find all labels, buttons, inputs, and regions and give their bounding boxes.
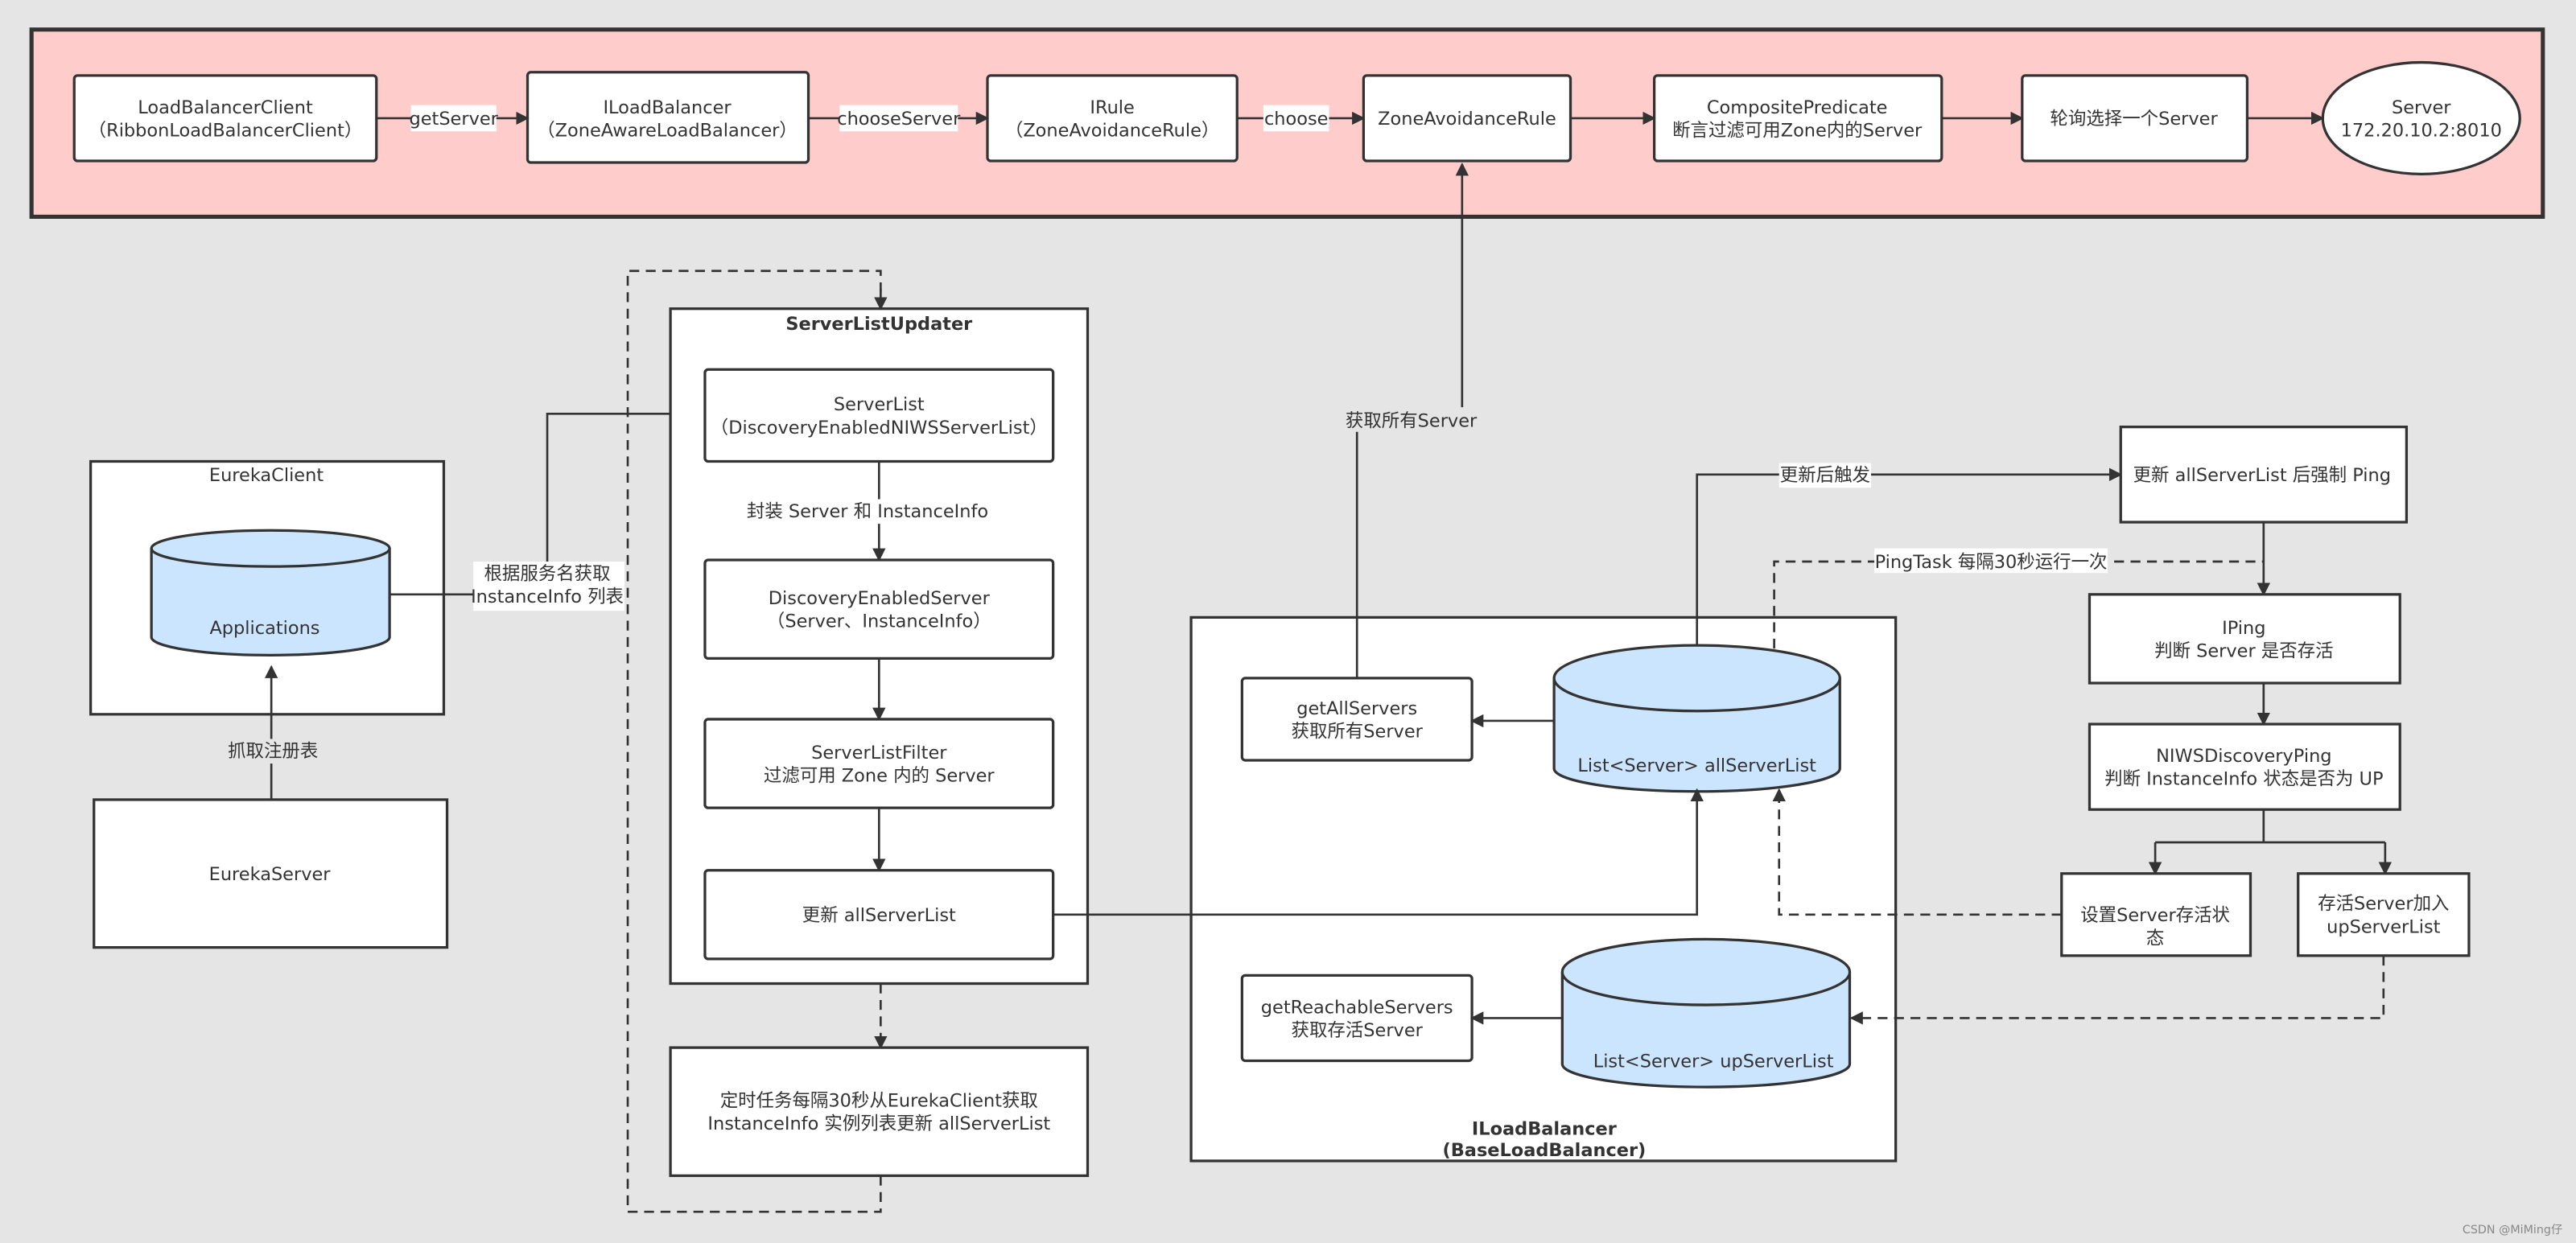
svg-text:（ZoneAvoidanceRule）: （ZoneAvoidanceRule） — [1005, 120, 1219, 141]
svg-text:获取存活Server: 获取存活Server — [1292, 1020, 1424, 1041]
add-up-server-node: 存活Server加入 upServerList — [2297, 872, 2471, 957]
server-endpoint-node: Server 172.20.10.2:8010 — [2321, 60, 2521, 175]
svg-text:ZoneAvoidanceRule: ZoneAvoidanceRule — [1378, 109, 1556, 130]
get-reachable-servers-node: getReachableServers 获取存活Server — [1240, 973, 1473, 1063]
set-alive-node: 设置Server存活状 态 — [2060, 872, 2252, 957]
svg-text:ILoadBalancer: ILoadBalancer — [603, 97, 732, 118]
eureka-server-node: EurekaServer — [93, 798, 449, 949]
fetch-registry-label: 抓取注册表 — [228, 741, 318, 762]
svg-text:EurekaClient: EurekaClient — [209, 465, 324, 486]
svg-text:IPing: IPing — [2222, 618, 2265, 639]
composite-predicate-node: CompositePredicate 断言过滤可用Zone内的Server — [1652, 74, 1943, 163]
zone-avoidance-rule-node: ZoneAvoidanceRule — [1362, 74, 1572, 163]
timer-task-node: 定时任务每隔30秒从EurekaClient获取 InstanceInfo 实例… — [669, 1046, 1090, 1177]
svg-text:获取所有Server: 获取所有Server — [1292, 721, 1424, 742]
edge-label-chooseserver: chooseServer — [837, 109, 961, 130]
get-all-servers-label: 获取所有Server — [1346, 411, 1478, 432]
svg-text:ServerListUpdater: ServerListUpdater — [785, 314, 972, 335]
svg-text:更新 allServerList 后强制 Ping: 更新 allServerList 后强制 Ping — [2133, 465, 2391, 486]
applications-database: Applications — [150, 529, 391, 656]
svg-text:InstanceInfo 实例列表更新 allServerL: InstanceInfo 实例列表更新 allServerList — [707, 1113, 1050, 1134]
svg-text:LoadBalancerClient: LoadBalancerClient — [138, 97, 313, 118]
round-robin-node: 轮询选择一个Server — [2021, 74, 2249, 163]
svg-text:更新 allServerList: 更新 allServerList — [802, 905, 956, 926]
irule-node: IRule （ZoneAvoidanceRule） — [986, 74, 1239, 163]
svg-text:过滤可用 Zone 内的 Server: 过滤可用 Zone 内的 Server — [764, 765, 995, 786]
svg-text:IRule: IRule — [1090, 97, 1134, 118]
svg-text:getAllServers: getAllServers — [1296, 698, 1417, 719]
up-server-list-database: List<Server> upServerList — [1560, 937, 1852, 1089]
edge-label-getserver: getServer — [409, 109, 498, 130]
svg-text:List<Server> allServerList: List<Server> allServerList — [1577, 755, 1816, 776]
svg-text:List<Server> upServerList: List<Server> upServerList — [1593, 1052, 1834, 1072]
svg-text:ServerList: ServerList — [834, 394, 925, 415]
lb-client-node: LoadBalancerClient （RibbonLoadBalancerCl… — [72, 74, 378, 163]
svg-text:断言过滤可用Zone内的Server: 断言过滤可用Zone内的Server — [1672, 120, 1923, 141]
edge-label-choose: choose — [1264, 109, 1329, 130]
svg-text:（Server、InstanceInfo）: （Server、InstanceInfo） — [767, 611, 991, 632]
by-service-label-2: InstanceInfo 列表 — [471, 587, 624, 607]
svg-text:态: 态 — [2146, 928, 2164, 949]
svg-text:Applications: Applications — [209, 618, 319, 639]
discovery-enabled-server-node: DiscoveryEnabledServer （Server、InstanceI… — [703, 558, 1055, 661]
by-service-label: 根据服务名获取 — [484, 563, 610, 584]
niws-discovery-ping-node: NIWSDiscoveryPing 判断 InstanceInfo 状态是否为 … — [2088, 722, 2401, 811]
svg-text:(BaseLoadBalancer): (BaseLoadBalancer) — [1442, 1140, 1646, 1161]
force-ping-node: 更新 allServerList 后强制 Ping — [2119, 426, 2409, 524]
svg-text:判断 Server 是否存活: 判断 Server 是否存活 — [2154, 640, 2333, 661]
get-all-servers-node: getAllServers 获取所有Server — [1240, 677, 1473, 762]
svg-text:upServerList: upServerList — [2327, 916, 2440, 937]
svg-text:判断 InstanceInfo 状态是否为 UP: 判断 InstanceInfo 状态是否为 UP — [2104, 769, 2383, 790]
svg-text:172.20.10.2:8010: 172.20.10.2:8010 — [2341, 120, 2502, 141]
svg-text:（DiscoveryEnabledNIWSServerLis: （DiscoveryEnabledNIWSServerList） — [711, 418, 1048, 438]
svg-text:EurekaServer: EurekaServer — [209, 864, 332, 885]
svg-text:轮询选择一个Server: 轮询选择一个Server — [2050, 109, 2218, 130]
server-list-filter-node: ServerListFilter 过滤可用 Zone 内的 Server — [703, 718, 1055, 809]
wrap-label: 封装 Server 和 InstanceInfo — [747, 501, 988, 522]
svg-text:NIWSDiscoveryPing: NIWSDiscoveryPing — [2156, 746, 2331, 767]
ping-task-label: PingTask 每隔30秒运行一次 — [1875, 552, 2108, 573]
svg-text:（RibbonLoadBalancerClient）: （RibbonLoadBalancerClient） — [89, 120, 363, 141]
svg-text:DiscoveryEnabledServer: DiscoveryEnabledServer — [769, 588, 991, 609]
svg-text:存活Server加入: 存活Server加入 — [2318, 894, 2449, 915]
update-all-server-list-node: 更新 allServerList — [703, 869, 1055, 961]
svg-text:ServerListFilter: ServerListFilter — [811, 743, 947, 763]
iping-node: IPing 判断 Server 是否存活 — [2088, 593, 2401, 685]
server-list-node: ServerList （DiscoveryEnabledNIWSServerLi… — [703, 368, 1055, 463]
svg-text:CompositePredicate: CompositePredicate — [1707, 97, 1888, 118]
svg-text:定时任务每隔30秒从EurekaClient获取: 定时任务每隔30秒从EurekaClient获取 — [720, 1091, 1038, 1112]
svg-text:（ZoneAwareLoadBalancer）: （ZoneAwareLoadBalancer） — [537, 120, 798, 141]
iloadbalancer-node: ILoadBalancer （ZoneAwareLoadBalancer） — [526, 71, 810, 164]
svg-text:设置Server存活状: 设置Server存活状 — [2080, 905, 2230, 926]
svg-text:Server: Server — [2392, 97, 2451, 118]
trigger-label: 更新后触发 — [1780, 465, 1870, 486]
watermark: CSDN @MiMing仔 — [2463, 1223, 2562, 1237]
all-server-list-database: List<Server> allServerList — [1552, 644, 1841, 793]
svg-text:getReachableServers: getReachableServers — [1261, 997, 1453, 1018]
ribbon-diagram: LoadBalancerClient （RibbonLoadBalancerCl… — [0, 0, 2576, 1243]
svg-text:ILoadBalancer: ILoadBalancer — [1472, 1118, 1617, 1139]
